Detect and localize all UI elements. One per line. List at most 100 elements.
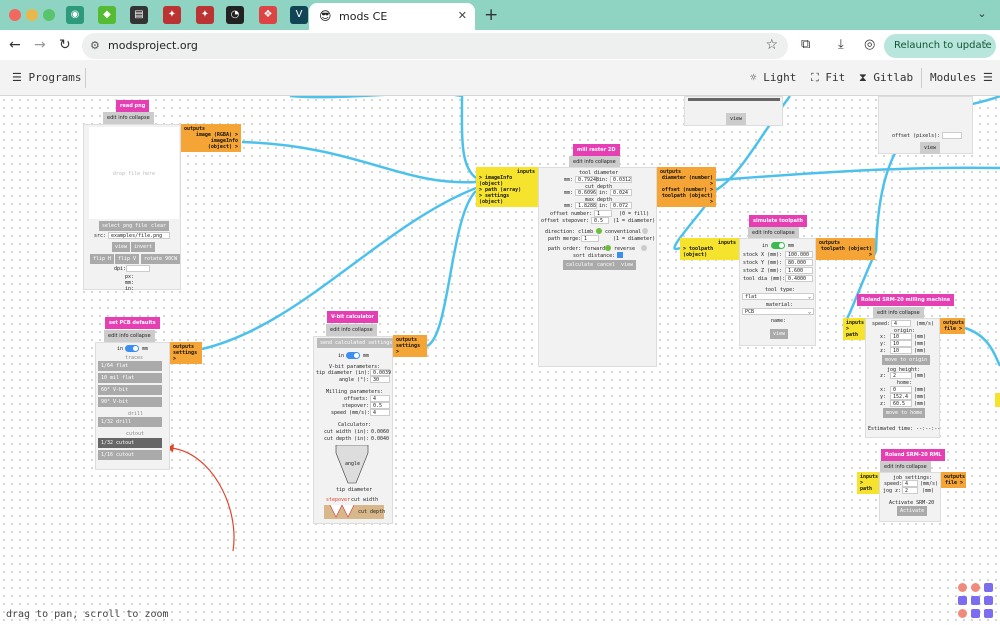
simulate-title[interactable]: simulate toolpath bbox=[749, 215, 807, 227]
flip-v-button[interactable]: flip V bbox=[115, 254, 140, 264]
stock-x-field[interactable]: 100.000 bbox=[785, 251, 813, 258]
minimize-window-icon[interactable] bbox=[26, 9, 38, 21]
stock-y-field[interactable]: 80.000 bbox=[785, 259, 813, 266]
download-icon[interactable]: ⤓ bbox=[838, 37, 844, 52]
tip-field[interactable]: 0.0039 bbox=[370, 369, 391, 376]
home-y-field[interactable]: 152.4 bbox=[890, 393, 912, 400]
move-to-home-button[interactable]: move to home bbox=[883, 408, 926, 418]
output-port-settings[interactable]: settings > bbox=[173, 350, 199, 362]
send-settings-button[interactable]: send calculated settings bbox=[317, 338, 396, 348]
output-port-file[interactable]: file > bbox=[944, 480, 963, 486]
mods-logo-icon[interactable] bbox=[958, 583, 998, 623]
set-pcb-edit[interactable]: edit info collapse bbox=[104, 330, 155, 342]
read-png-title[interactable]: read png bbox=[116, 100, 150, 112]
fit-button[interactable]: ⛶ Fit bbox=[811, 71, 845, 85]
output-port-diameter[interactable]: diameter (number) > bbox=[660, 175, 713, 187]
offset-stepover-field[interactable]: 0.5 bbox=[591, 217, 609, 224]
cancel-button[interactable]: cancel bbox=[594, 260, 619, 270]
tab-search-icon[interactable]: ⌄ bbox=[972, 7, 992, 23]
preset-trace-2[interactable]: 10 mil flat bbox=[98, 373, 162, 383]
material-select[interactable]: PCB ⌄ bbox=[742, 308, 814, 315]
browser-menu-icon[interactable]: ⋮ bbox=[980, 39, 990, 50]
output-port-toolpath[interactable]: toolpath (object) > bbox=[819, 246, 872, 258]
output-port-file[interactable]: file > bbox=[943, 326, 962, 332]
calculate-button[interactable]: calculate bbox=[563, 260, 597, 270]
preset-drill-1[interactable]: 1/32 drill bbox=[98, 417, 162, 427]
reload-icon[interactable]: ↻ bbox=[59, 37, 71, 53]
input-port-settings[interactable]: > settings (object) bbox=[479, 193, 535, 205]
origin-y-field[interactable]: 10 bbox=[890, 340, 912, 347]
preset-cutout-2[interactable]: 1/16 cutout bbox=[98, 450, 162, 460]
new-tab-icon[interactable]: + bbox=[484, 5, 498, 25]
maximize-window-icon[interactable] bbox=[43, 9, 55, 21]
light-button[interactable]: ☼ Light bbox=[750, 71, 796, 84]
units-toggle[interactable] bbox=[771, 242, 785, 249]
clear-button[interactable]: clear bbox=[148, 221, 170, 231]
modules-menu[interactable]: Modules ☰ bbox=[930, 71, 993, 84]
drop-zone[interactable]: drop file here bbox=[89, 127, 179, 219]
tool-diameter-mm-field[interactable]: 0.79248 bbox=[575, 176, 599, 183]
pinned-tab-7[interactable]: ❖ bbox=[259, 6, 277, 24]
wire-vbit-to-mill[interactable] bbox=[426, 190, 477, 348]
offsets-field[interactable]: 4 bbox=[370, 395, 390, 402]
jog-z-field[interactable]: 2 bbox=[902, 487, 918, 494]
invert-button[interactable]: invert bbox=[131, 242, 156, 252]
preset-trace-1[interactable]: 1/64 flat bbox=[98, 361, 162, 371]
set-pcb-title[interactable]: set PCB defaults bbox=[105, 317, 160, 329]
speed-field[interactable]: 4 bbox=[891, 320, 911, 327]
pinned-tab-2[interactable]: ◆ bbox=[98, 6, 116, 24]
origin-x-field[interactable]: 10 bbox=[890, 333, 912, 340]
wire-roland-out[interactable] bbox=[964, 326, 1000, 367]
output-port-settings[interactable]: settings > bbox=[396, 343, 424, 355]
view-button[interactable]: view bbox=[726, 113, 747, 125]
close-window-icon[interactable] bbox=[9, 9, 21, 21]
site-info-icon[interactable]: ⚙ bbox=[90, 39, 100, 52]
stepover-field[interactable]: 0.5 bbox=[370, 402, 390, 409]
address-bar[interactable]: ⚙ modsproject.org ☆ bbox=[82, 33, 788, 59]
wire-mill-to-right[interactable] bbox=[715, 166, 1000, 182]
stock-z-field[interactable]: 1.600 bbox=[785, 267, 813, 274]
input-port-path[interactable]: > path bbox=[846, 326, 862, 338]
wire-top-2[interactable] bbox=[460, 96, 477, 179]
climb-radio[interactable] bbox=[596, 228, 602, 234]
pinned-tab-6[interactable]: ◔ bbox=[226, 6, 244, 24]
pinned-tab-8[interactable]: V bbox=[290, 6, 308, 24]
active-tab[interactable]: 😎 mods CE ✕ bbox=[309, 3, 475, 30]
preset-cutout-1[interactable]: 1/32 cutout bbox=[98, 438, 162, 448]
forward-icon[interactable]: → bbox=[34, 37, 46, 53]
reverse-radio[interactable] bbox=[641, 245, 647, 251]
speed-field[interactable]: 4 bbox=[902, 480, 918, 487]
offscreen-input-port[interactable] bbox=[995, 393, 1000, 407]
path-merge-field[interactable]: 1 bbox=[581, 235, 599, 242]
view-button[interactable]: view bbox=[770, 329, 789, 339]
speed-field[interactable]: 4 bbox=[370, 409, 390, 416]
pinned-tab-4[interactable]: ✦ bbox=[163, 6, 181, 24]
rml-title[interactable]: Roland SRM-20 RML bbox=[881, 449, 946, 461]
tool-type-select[interactable]: flat ⌄ bbox=[742, 293, 814, 300]
output-port-imageinfo[interactable]: imageInfo (object) > bbox=[184, 138, 238, 150]
cut-depth-mm-field[interactable]: 0.6096 bbox=[575, 189, 597, 196]
conventional-radio[interactable] bbox=[642, 228, 648, 234]
view-button[interactable]: view bbox=[618, 260, 637, 270]
origin-z-field[interactable]: 10 bbox=[890, 347, 912, 354]
pinned-tab-3[interactable]: ▤ bbox=[130, 6, 148, 24]
jog-z-field[interactable]: 2 bbox=[890, 372, 912, 379]
offset-number-field[interactable]: 1 bbox=[594, 210, 612, 217]
wire-imageinfo-to-mill[interactable] bbox=[241, 140, 477, 184]
home-x-field[interactable]: 0 bbox=[890, 386, 912, 393]
units-toggle[interactable] bbox=[346, 352, 360, 359]
programs-menu[interactable]: ☰ Programs bbox=[12, 71, 81, 84]
view-button[interactable]: view bbox=[112, 242, 131, 252]
sort-distance-checkbox[interactable] bbox=[617, 252, 623, 258]
wire-top-1[interactable] bbox=[289, 96, 462, 99]
select-png-button[interactable]: select png file bbox=[99, 221, 151, 231]
input-port-path[interactable]: > path bbox=[860, 480, 876, 492]
roland-title[interactable]: Roland SRM-20 milling machine bbox=[857, 294, 955, 306]
extensions-icon[interactable]: ⧉ bbox=[801, 37, 810, 52]
dpi-field[interactable] bbox=[126, 265, 150, 272]
max-depth-in-field[interactable]: 0.072 bbox=[610, 202, 632, 209]
input-port-toolpath[interactable]: > toolpath (object) bbox=[683, 246, 736, 258]
angle-field[interactable]: 30 bbox=[370, 376, 390, 383]
forward-radio[interactable] bbox=[605, 245, 611, 251]
tool-dia-field[interactable]: 0.4000 bbox=[785, 275, 813, 282]
